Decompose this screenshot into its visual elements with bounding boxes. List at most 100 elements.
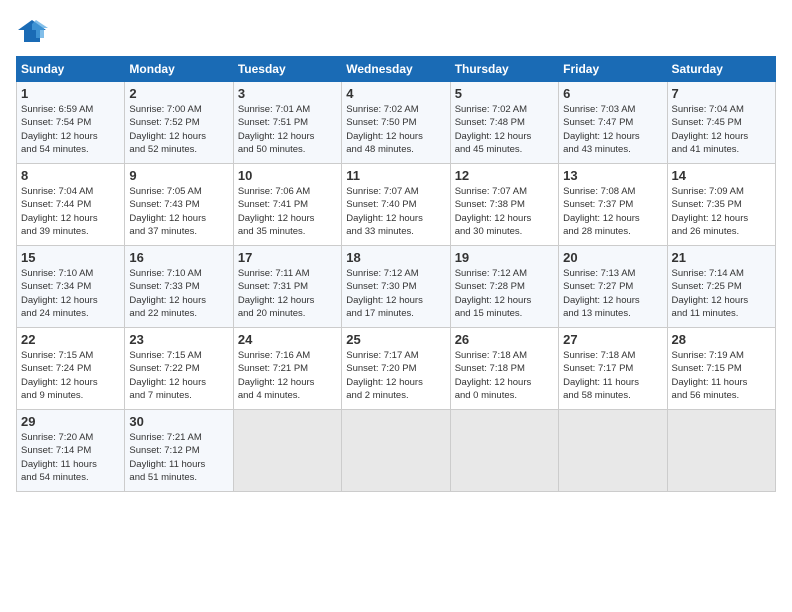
cell-info: Sunrise: 7:04 AM Sunset: 7:45 PM Dayligh… — [672, 103, 771, 156]
cell-info: Sunrise: 7:10 AM Sunset: 7:34 PM Dayligh… — [21, 267, 120, 320]
day-number: 9 — [129, 168, 228, 183]
day-number: 11 — [346, 168, 445, 183]
cell-info: Sunrise: 7:02 AM Sunset: 7:50 PM Dayligh… — [346, 103, 445, 156]
calendar-cell: 2 Sunrise: 7:00 AM Sunset: 7:52 PM Daylig… — [125, 82, 233, 164]
day-number: 22 — [21, 332, 120, 347]
calendar-week-row: 8 Sunrise: 7:04 AM Sunset: 7:44 PM Daylig… — [17, 164, 776, 246]
day-number: 23 — [129, 332, 228, 347]
calendar-cell: 26 Sunrise: 7:18 AM Sunset: 7:18 PM Dayli… — [450, 328, 558, 410]
day-number: 14 — [672, 168, 771, 183]
calendar-cell: 9 Sunrise: 7:05 AM Sunset: 7:43 PM Daylig… — [125, 164, 233, 246]
cell-info: Sunrise: 7:19 AM Sunset: 7:15 PM Dayligh… — [672, 349, 771, 402]
calendar-cell: 11 Sunrise: 7:07 AM Sunset: 7:40 PM Dayli… — [342, 164, 450, 246]
calendar-cell — [667, 410, 775, 492]
header-saturday: Saturday — [667, 57, 775, 82]
day-number: 7 — [672, 86, 771, 101]
calendar-table: SundayMondayTuesdayWednesdayThursdayFrid… — [16, 56, 776, 492]
day-number: 6 — [563, 86, 662, 101]
cell-info: Sunrise: 7:18 AM Sunset: 7:17 PM Dayligh… — [563, 349, 662, 402]
calendar-cell: 16Sunrise: 7:10 AM Sunset: 7:33 PM Dayli… — [125, 246, 233, 328]
day-number: 4 — [346, 86, 445, 101]
cell-info: Sunrise: 7:07 AM Sunset: 7:38 PM Dayligh… — [455, 185, 554, 238]
calendar-week-row: 22 Sunrise: 7:15 AM Sunset: 7:24 PM Dayli… — [17, 328, 776, 410]
calendar-cell: 23 Sunrise: 7:15 AM Sunset: 7:22 PM Dayli… — [125, 328, 233, 410]
calendar-cell — [342, 410, 450, 492]
calendar-cell: 7 Sunrise: 7:04 AM Sunset: 7:45 PM Daylig… — [667, 82, 775, 164]
header-monday: Monday — [125, 57, 233, 82]
calendar-cell: 13 Sunrise: 7:08 AM Sunset: 7:37 PM Dayli… — [559, 164, 667, 246]
day-number: 12 — [455, 168, 554, 183]
day-number: 27 — [563, 332, 662, 347]
day-number: 20 — [563, 250, 662, 265]
cell-info: Sunrise: 7:01 AM Sunset: 7:51 PM Dayligh… — [238, 103, 337, 156]
cell-info: Sunrise: 7:09 AM Sunset: 7:35 PM Dayligh… — [672, 185, 771, 238]
calendar-cell: 20Sunrise: 7:13 AM Sunset: 7:27 PM Dayli… — [559, 246, 667, 328]
calendar-cell: 6 Sunrise: 7:03 AM Sunset: 7:47 PM Daylig… — [559, 82, 667, 164]
day-number: 30 — [129, 414, 228, 429]
calendar-cell — [233, 410, 341, 492]
header-thursday: Thursday — [450, 57, 558, 82]
cell-info: Sunrise: 7:20 AM Sunset: 7:14 PM Dayligh… — [21, 431, 120, 484]
page-header — [16, 16, 776, 44]
cell-info: Sunrise: 7:00 AM Sunset: 7:52 PM Dayligh… — [129, 103, 228, 156]
calendar-cell: 27 Sunrise: 7:18 AM Sunset: 7:17 PM Dayli… — [559, 328, 667, 410]
day-number: 26 — [455, 332, 554, 347]
calendar-cell: 5 Sunrise: 7:02 AM Sunset: 7:48 PM Daylig… — [450, 82, 558, 164]
cell-info: Sunrise: 7:11 AM Sunset: 7:31 PM Dayligh… — [238, 267, 337, 320]
cell-info: Sunrise: 6:59 AM Sunset: 7:54 PM Dayligh… — [21, 103, 120, 156]
day-number: 29 — [21, 414, 120, 429]
calendar-cell: 17 Sunrise: 7:11 AM Sunset: 7:31 PM Dayli… — [233, 246, 341, 328]
header-friday: Friday — [559, 57, 667, 82]
calendar-cell: 21 Sunrise: 7:14 AM Sunset: 7:25 PM Dayli… — [667, 246, 775, 328]
calendar-cell: 25 Sunrise: 7:17 AM Sunset: 7:20 PM Dayli… — [342, 328, 450, 410]
calendar-cell: 8 Sunrise: 7:04 AM Sunset: 7:44 PM Daylig… — [17, 164, 125, 246]
day-number: 21 — [672, 250, 771, 265]
calendar-week-row: 29 Sunrise: 7:20 AM Sunset: 7:14 PM Dayli… — [17, 410, 776, 492]
calendar-cell: 22 Sunrise: 7:15 AM Sunset: 7:24 PM Dayli… — [17, 328, 125, 410]
calendar-cell: 3Sunrise: 7:01 AM Sunset: 7:51 PM Daylig… — [233, 82, 341, 164]
calendar-header-row: SundayMondayTuesdayWednesdayThursdayFrid… — [17, 57, 776, 82]
calendar-cell: 18Sunrise: 7:12 AM Sunset: 7:30 PM Dayli… — [342, 246, 450, 328]
calendar-week-row: 15 Sunrise: 7:10 AM Sunset: 7:34 PM Dayli… — [17, 246, 776, 328]
day-number: 5 — [455, 86, 554, 101]
header-tuesday: Tuesday — [233, 57, 341, 82]
header-sunday: Sunday — [17, 57, 125, 82]
logo-icon — [16, 16, 48, 44]
calendar-cell — [450, 410, 558, 492]
calendar-cell: 14 Sunrise: 7:09 AM Sunset: 7:35 PM Dayli… — [667, 164, 775, 246]
header-wednesday: Wednesday — [342, 57, 450, 82]
calendar-cell: 24Sunrise: 7:16 AM Sunset: 7:21 PM Dayli… — [233, 328, 341, 410]
day-number: 8 — [21, 168, 120, 183]
day-number: 19 — [455, 250, 554, 265]
cell-info: Sunrise: 7:03 AM Sunset: 7:47 PM Dayligh… — [563, 103, 662, 156]
cell-info: Sunrise: 7:15 AM Sunset: 7:22 PM Dayligh… — [129, 349, 228, 402]
cell-info: Sunrise: 7:12 AM Sunset: 7:28 PM Dayligh… — [455, 267, 554, 320]
cell-info: Sunrise: 7:15 AM Sunset: 7:24 PM Dayligh… — [21, 349, 120, 402]
day-number: 10 — [238, 168, 337, 183]
calendar-cell: 12 Sunrise: 7:07 AM Sunset: 7:38 PM Dayli… — [450, 164, 558, 246]
day-number: 1 — [21, 86, 120, 101]
cell-info: Sunrise: 7:21 AM Sunset: 7:12 PM Dayligh… — [129, 431, 228, 484]
cell-info: Sunrise: 7:12 AM Sunset: 7:30 PM Dayligh… — [346, 267, 445, 320]
cell-info: Sunrise: 7:08 AM Sunset: 7:37 PM Dayligh… — [563, 185, 662, 238]
cell-info: Sunrise: 7:02 AM Sunset: 7:48 PM Dayligh… — [455, 103, 554, 156]
cell-info: Sunrise: 7:07 AM Sunset: 7:40 PM Dayligh… — [346, 185, 445, 238]
cell-info: Sunrise: 7:05 AM Sunset: 7:43 PM Dayligh… — [129, 185, 228, 238]
day-number: 2 — [129, 86, 228, 101]
calendar-cell: 19 Sunrise: 7:12 AM Sunset: 7:28 PM Dayli… — [450, 246, 558, 328]
cell-info: Sunrise: 7:06 AM Sunset: 7:41 PM Dayligh… — [238, 185, 337, 238]
day-number: 15 — [21, 250, 120, 265]
cell-info: Sunrise: 7:14 AM Sunset: 7:25 PM Dayligh… — [672, 267, 771, 320]
day-number: 17 — [238, 250, 337, 265]
cell-info: Sunrise: 7:18 AM Sunset: 7:18 PM Dayligh… — [455, 349, 554, 402]
calendar-cell: 30 Sunrise: 7:21 AM Sunset: 7:12 PM Dayli… — [125, 410, 233, 492]
cell-info: Sunrise: 7:17 AM Sunset: 7:20 PM Dayligh… — [346, 349, 445, 402]
calendar-week-row: 1 Sunrise: 6:59 AM Sunset: 7:54 PM Daylig… — [17, 82, 776, 164]
calendar-cell: 28Sunrise: 7:19 AM Sunset: 7:15 PM Dayli… — [667, 328, 775, 410]
day-number: 25 — [346, 332, 445, 347]
calendar-cell: 29 Sunrise: 7:20 AM Sunset: 7:14 PM Dayli… — [17, 410, 125, 492]
day-number: 13 — [563, 168, 662, 183]
cell-info: Sunrise: 7:16 AM Sunset: 7:21 PM Dayligh… — [238, 349, 337, 402]
cell-info: Sunrise: 7:04 AM Sunset: 7:44 PM Dayligh… — [21, 185, 120, 238]
day-number: 16 — [129, 250, 228, 265]
